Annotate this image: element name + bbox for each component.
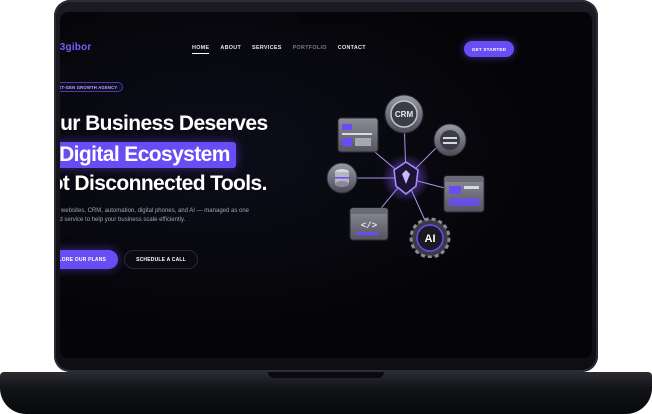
crm-label: CRM [395,110,414,119]
headline-line-2: a Digital Ecosystem [60,142,236,168]
brand-name: 33gibor [60,41,92,53]
laptop-base [0,372,652,414]
headline-line-1: Your Business Deserves [60,112,268,135]
agency-badge: THE NEXT-GEN GROWTH AGENCY [60,82,124,92]
browser-panel-icon [443,175,485,213]
headline-line-3: Not Disconnected Tools. [60,172,267,195]
automation-gear-icon [433,123,467,157]
database-icon [326,162,358,194]
headline-highlight: Digital Ecosystem [60,142,236,168]
ecosystem-illustration: CRM </> AI [326,94,485,258]
brand-logo[interactable]: 33gibor [60,40,92,54]
ai-label: AI [425,233,436,245]
website-panel-icon [337,117,379,153]
hero-subtitle: We build websites, CRM, automation, digi… [60,208,250,224]
main-nav: HOME ABOUT SERVICES PORTFOLIO CONTACT [192,45,366,54]
get-started-button[interactable]: GET STARTED [464,41,514,57]
nav-services[interactable]: SERVICES [252,45,282,54]
svg-text:</>: </> [361,221,377,231]
nav-contact[interactable]: CONTACT [338,45,366,54]
laptop-screen: 33gibor HOME ABOUT SERVICES PORTFOLIO CO… [60,12,592,358]
ai-gear-icon: AI [409,217,451,258]
nav-about[interactable]: ABOUT [220,45,241,54]
schedule-call-button[interactable]: SCHEDULE A CALL [124,250,198,269]
camera-notch [298,14,360,24]
explore-plans-button[interactable]: EXPLORE OUR PLANS [60,250,118,269]
nav-home[interactable]: HOME [192,45,210,54]
crm-gear-icon: CRM [384,94,424,134]
laptop-base-notch [268,372,384,378]
nav-portfolio[interactable]: PORTFOLIO [293,45,327,54]
code-window-icon: </> [349,207,389,241]
